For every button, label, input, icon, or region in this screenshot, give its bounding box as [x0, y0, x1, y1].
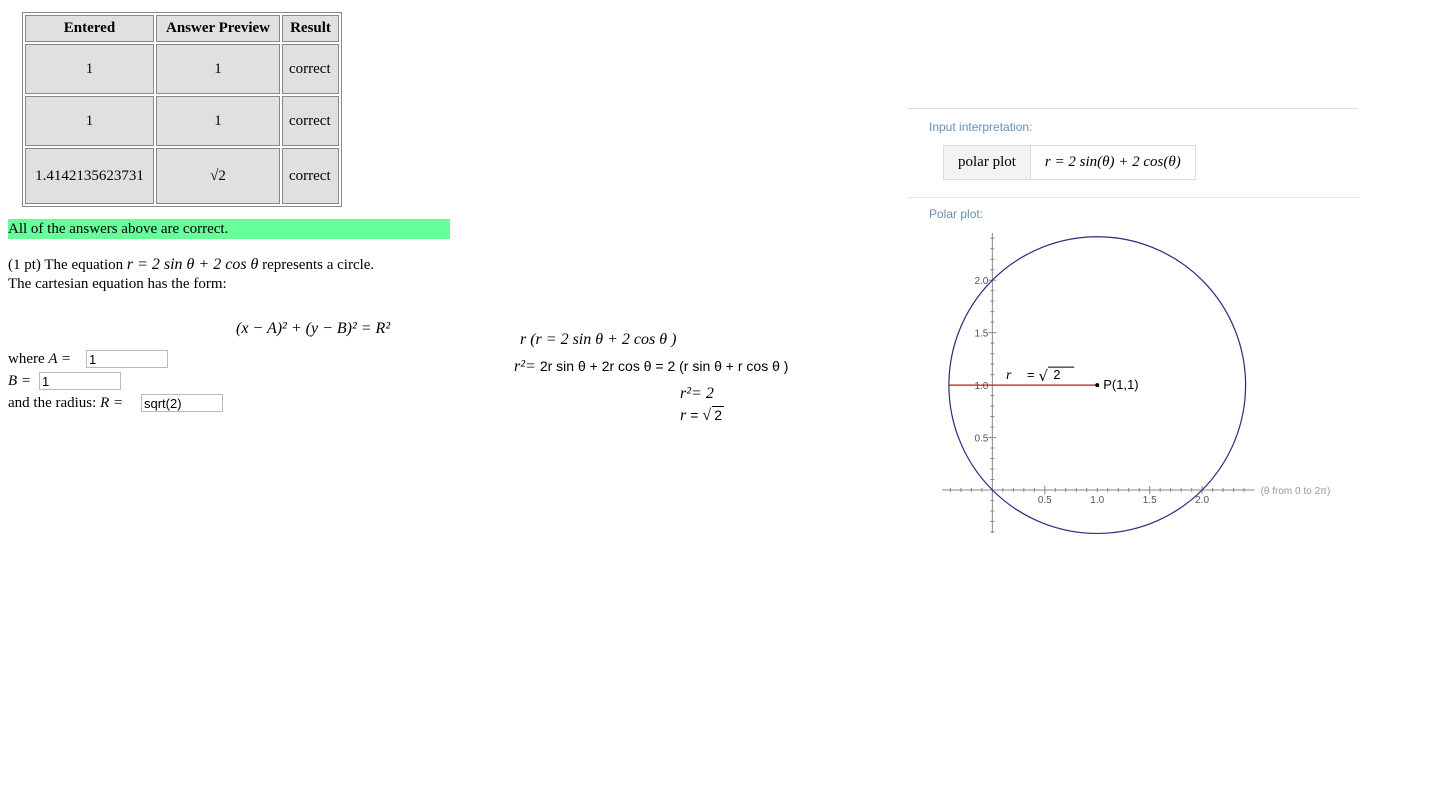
cartesian-form: (x − A)² + (y − B)² = R²: [236, 320, 391, 337]
results-table: Entered Answer Preview Result 1 1 correc…: [22, 12, 342, 207]
y-tick-label: 1.0: [974, 381, 988, 392]
represents-text: represents a circle.: [262, 257, 375, 273]
x-tick-label: 2.0: [1195, 495, 1209, 506]
table-row: 1 1 correct: [25, 96, 339, 146]
radius-label: and the radius:: [8, 395, 97, 411]
scratch-line-1: r (r = 2 sin θ + 2 cos θ ): [520, 331, 677, 348]
y-tick-label: 1.5: [974, 329, 988, 340]
status-banner: All of the answers above are correct.: [8, 219, 450, 239]
polar-plot: 0.5 1.0 1.5 2.00.51.01.52.0 P(1,1) r = √ 2 …: [942, 233, 1331, 535]
scratch-sqrt-value: 2: [712, 406, 724, 423]
result-cell: correct: [282, 44, 339, 94]
entered-cell: 1.4142135623731: [25, 148, 154, 204]
table-row: 1 1 correct: [25, 44, 339, 94]
answer-r-input[interactable]: [141, 394, 223, 412]
polar-plot-label: Polar plot:: [929, 207, 984, 221]
entered-cell: 1: [25, 96, 154, 146]
wolfram-top-rule: [908, 108, 1358, 109]
input-cell-polar-plot: polar plot: [944, 146, 1031, 179]
scratch-expansion: 2r sin θ + 2r cos θ = 2 (r sin θ + r cos…: [539, 358, 789, 374]
preview-cell: √2: [156, 148, 280, 204]
scratch-r2: r²=: [514, 358, 536, 375]
scratch-r: r: [680, 407, 687, 424]
input-interpretation-box: polar plot r = 2 sin(θ) + 2 cos(θ): [943, 145, 1196, 180]
problem-equation: r = 2 sin θ + 2 cos θ: [126, 256, 259, 273]
b-line: B =: [8, 373, 31, 390]
input-cell-equation: r = 2 sin(θ) + 2 cos(θ): [1044, 154, 1181, 170]
preview-cell: 1: [156, 44, 280, 94]
b-label: B =: [8, 373, 32, 389]
problem-statement: (1 pt) The equation r = 2 sin θ + 2 cos …: [8, 256, 374, 274]
where-line: where A =: [8, 351, 71, 368]
where-label: where: [8, 351, 45, 367]
point-label: P(1,1): [1103, 377, 1138, 392]
header-entered: Entered: [25, 15, 154, 42]
annotation-eq: =: [1027, 367, 1035, 382]
header-answer-preview: Answer Preview: [156, 15, 280, 42]
wolfram-separator: [908, 197, 1358, 198]
a-label: A =: [48, 351, 72, 367]
answer-b-input[interactable]: [39, 372, 121, 390]
plot-axes: [942, 233, 1255, 533]
preview-cell: 1: [156, 96, 280, 146]
annotation-sqrt-sign: √: [1039, 367, 1049, 385]
scratch-line-3: r²= 2: [680, 385, 714, 402]
r-label: R =: [100, 395, 124, 411]
x-tick-label: 1.0: [1090, 495, 1104, 506]
input-interpretation-label: Input interpretation:: [929, 120, 1033, 134]
points-text: (1 pt) The equation: [8, 257, 124, 273]
x-tick-label: 1.5: [1143, 495, 1157, 506]
answer-a-input[interactable]: [86, 350, 168, 368]
table-row: 1.4142135623731 √2 correct: [25, 148, 339, 204]
result-cell: correct: [282, 96, 339, 146]
annotation-r: r: [1006, 368, 1012, 383]
scratch-line-4: r = √ 2: [680, 406, 724, 425]
x-tick-label: 0.5: [1038, 495, 1052, 506]
entered-cell: 1: [25, 44, 154, 94]
point-p: [1095, 383, 1100, 388]
scratch-line-2: r²= 2r sin θ + 2r cos θ = 2 (r sin θ + r…: [514, 358, 788, 376]
range-note: (θ from 0 to 2π): [1261, 486, 1331, 497]
table-header-row: Entered Answer Preview Result: [25, 15, 339, 42]
result-cell: correct: [282, 148, 339, 204]
scratch-eq: =: [690, 407, 699, 423]
problem-line2: The cartesian equation has the form:: [8, 276, 227, 292]
radius-line: and the radius: R =: [8, 395, 123, 412]
y-tick-label: 0.5: [974, 434, 988, 445]
header-result: Result: [282, 15, 339, 42]
scratch-sqrt-sign: √: [702, 407, 712, 424]
annotation-sqrt-value: 2: [1053, 367, 1060, 382]
